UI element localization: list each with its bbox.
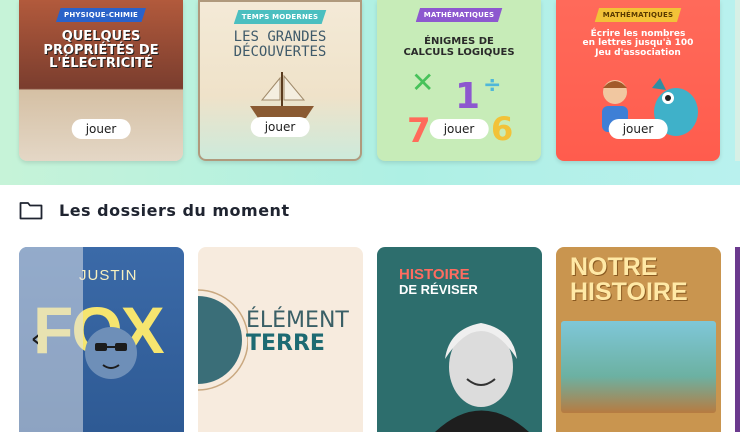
folder-title-line: HISTOIRE [570, 278, 688, 306]
section-title: Les dossiers du moment [59, 200, 290, 220]
presenter-photo [435, 323, 529, 432]
app-root: PHYSIQUE-CHIMIE QUELQUES PROPRIÉTÉS DE L… [0, 0, 740, 432]
next-card-edge[interactable] [735, 0, 740, 161]
game-title-line: LES GRANDES [233, 29, 327, 45]
classroom-illustration [561, 321, 716, 413]
game-tag: PHYSIQUE-CHIMIE [56, 8, 146, 22]
folder-title-line: DE RÉVISER [399, 281, 478, 297]
svg-text:7: 7 [407, 111, 431, 146]
game-tag: MATHÉMATIQUES [594, 8, 682, 22]
svg-text:✕: ✕ [411, 70, 434, 99]
game-title: QUELQUES PROPRIÉTÉS DE L'ÉLECTRICITÉ [19, 30, 183, 71]
game-title-line: DÉCOUVERTES [233, 43, 327, 60]
svg-text:6: 6 [491, 110, 513, 146]
play-button[interactable]: jouer [71, 119, 131, 139]
game-title-line: Jeu d'association [595, 47, 681, 58]
game-title-line: L'ÉLECTRICITÉ [49, 56, 153, 72]
folder-card-element-terre[interactable]: ÉLÉMENT TERRE [198, 247, 363, 432]
ship-illustration [250, 72, 314, 118]
game-card-enigmes[interactable]: MATHÉMATIQUES ÉNIGMES DE CALCULS LOGIQUE… [377, 0, 541, 161]
game-title-line: CALCULS LOGIQUES [403, 46, 515, 58]
next-folder-edge[interactable] [735, 247, 740, 432]
folder-title: NOTRE HISTOIRE [570, 255, 688, 305]
folder-card-histoire-de-reviser[interactable]: HISTOIRE DE RÉVISER [377, 247, 542, 432]
folder-title-small: JUSTIN [79, 267, 138, 284]
chevron-left-icon: ‹ [31, 327, 41, 352]
game-title-line: ÉNIGMES DE [424, 36, 494, 47]
fox-illustration [85, 327, 137, 379]
game-title: ÉNIGMES DE CALCULS LOGIQUES [377, 36, 541, 58]
folder-title-line: ÉLÉMENT [246, 308, 349, 333]
game-title: Écrire les nombres en lettres jusqu'à 10… [556, 29, 720, 58]
game-tag: MATHÉMATIQUES [415, 8, 503, 22]
game-card-electricite[interactable]: PHYSIQUE-CHIMIE QUELQUES PROPRIÉTÉS DE L… [19, 0, 183, 161]
play-button[interactable]: jouer [608, 119, 668, 139]
svg-text:1: 1 [455, 76, 480, 117]
game-title-line: QUELQUES [61, 29, 141, 44]
folder-title-line: TERRE [246, 331, 325, 357]
folder-title-line: HISTOIRE [399, 266, 470, 283]
folder-icon [19, 202, 43, 220]
folder-title-line: NOTRE [570, 253, 658, 281]
globe-illustration [198, 289, 248, 391]
play-button[interactable]: jouer [250, 117, 310, 137]
play-button[interactable]: jouer [429, 119, 489, 139]
game-title: LES GRANDES DÉCOUVERTES [200, 30, 360, 59]
game-card-decouvertes[interactable]: TEMPS MODERNES LES GRANDES DÉCOUVERTES j… [198, 0, 362, 161]
games-carousel: PHYSIQUE-CHIMIE QUELQUES PROPRIÉTÉS DE L… [0, 0, 740, 185]
folder-title: ÉLÉMENT TERRE [246, 309, 363, 355]
svg-text:÷: ÷ [483, 73, 501, 98]
section-header: Les dossiers du moment [19, 200, 290, 220]
folder-title: HISTOIRE DE RÉVISER [399, 267, 478, 296]
game-card-nombres-lettres[interactable]: MATHÉMATIQUES Écrire les nombres en lett… [556, 0, 720, 161]
game-tag: TEMPS MODERNES [233, 10, 327, 24]
folder-card-notre-histoire[interactable]: NOTRE HISTOIRE [556, 247, 721, 432]
carousel-prev-button[interactable]: ‹ [19, 247, 83, 432]
